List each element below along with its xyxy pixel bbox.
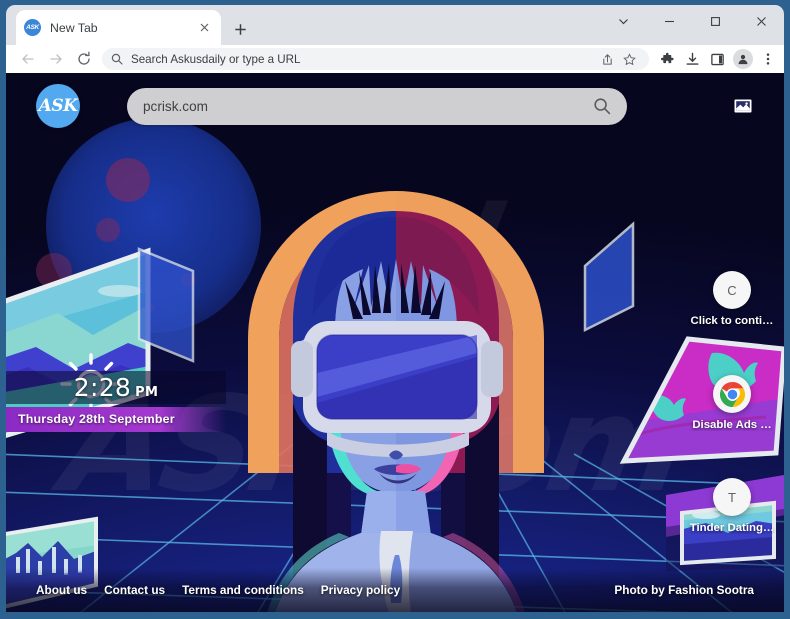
tab-strip: ASK New Tab [6, 5, 784, 45]
search-icon[interactable] [593, 97, 611, 115]
page-search-box[interactable]: pcrisk.com [127, 87, 627, 125]
share-icon[interactable] [596, 48, 618, 70]
footer-link-about-us[interactable]: About us [36, 583, 87, 597]
decor-bubble [106, 158, 150, 202]
close-icon[interactable] [195, 19, 213, 37]
shortcut-label: Click to conti… [690, 315, 774, 327]
chevron-down-icon[interactable] [600, 5, 646, 38]
wallpaper-artwork: ASK.com N [6, 73, 784, 612]
minimize-icon[interactable] [646, 5, 692, 38]
letter-avatar-icon: T [713, 478, 751, 516]
address-bar[interactable]: Search Askusdaily or type a URL [102, 48, 649, 70]
page-footer: About us Contact us Terms and conditions… [6, 568, 784, 612]
decor-parallelogram [571, 218, 661, 338]
footer-link-terms[interactable]: Terms and conditions [182, 583, 304, 597]
new-tab-button[interactable] [227, 16, 253, 42]
photo-credit: Photo by Fashion Sootra [614, 583, 754, 597]
favicon-label: ASK [26, 24, 39, 31]
tab-title: New Tab [50, 20, 98, 35]
ask-logo-label: ASK [38, 96, 78, 116]
footer-links: About us Contact us Terms and conditions… [36, 583, 400, 597]
clock-time-value: 2:28 [73, 373, 132, 402]
tab-new-tab[interactable]: ASK New Tab [16, 10, 221, 45]
shortcut-label: Tinder Dating… [689, 522, 775, 534]
shortcut-tile[interactable]: Disable Ads … [684, 375, 780, 431]
avatar [732, 49, 753, 69]
back-arrow-icon[interactable] [14, 45, 42, 73]
letter-avatar-icon: C [713, 271, 751, 309]
star-icon[interactable] [618, 48, 640, 70]
reload-icon[interactable] [70, 45, 98, 73]
decor-parallelogram [121, 243, 211, 368]
extensions-puzzle-icon[interactable] [655, 47, 680, 72]
shortcut-tile[interactable]: C Click to conti… [684, 271, 780, 327]
vr-woman-illustration [231, 173, 561, 612]
new-tab-page: ASK.com N [6, 73, 784, 612]
page-search-value: pcrisk.com [143, 98, 208, 114]
footer-link-privacy[interactable]: Privacy policy [321, 583, 400, 597]
toolbar-actions [655, 47, 780, 72]
downloads-icon[interactable] [680, 47, 705, 72]
clock-widget: 2:28 PM Thursday 28th September [6, 371, 226, 432]
shortcut-letter: C [727, 282, 737, 298]
chrome-logo-icon [713, 375, 751, 413]
search-icon [111, 53, 123, 65]
profile-avatar[interactable] [730, 47, 755, 72]
address-bar-text: Search Askusdaily or type a URL [131, 52, 301, 66]
maximize-icon[interactable] [692, 5, 738, 38]
clock-date: Thursday 28th September [18, 412, 175, 426]
browser-chrome: ASK New Tab Search Askusdaily or type a … [6, 5, 784, 73]
browser-toolbar: Search Askusdaily or type a URL [6, 45, 784, 73]
decor-bubble [96, 218, 120, 242]
clock-time: 2:28 PM [6, 373, 226, 402]
shortcut-tile[interactable]: T Tinder Dating… [684, 478, 780, 534]
window-controls [600, 5, 784, 45]
window-close-icon[interactable] [738, 5, 784, 38]
chrome-menu-icon[interactable] [755, 47, 780, 72]
footer-link-contact-us[interactable]: Contact us [104, 583, 165, 597]
side-panel-icon[interactable] [705, 47, 730, 72]
page-header: ASK pcrisk.com [6, 73, 784, 139]
browser-window: ASK New Tab Search Askusdaily or type a … [0, 0, 790, 619]
date-badge: Thursday 28th September [6, 407, 226, 432]
ask-logo[interactable]: ASK [36, 84, 80, 128]
clock-ampm: PM [135, 385, 159, 400]
shortcut-label: Disable Ads … [692, 419, 772, 431]
shortcut-letter: T [728, 489, 736, 505]
address-bar-actions [596, 48, 640, 70]
image-icon[interactable] [732, 95, 754, 117]
ask-favicon-icon: ASK [24, 19, 41, 36]
clock-bar: 2:28 PM [6, 371, 226, 404]
forward-arrow-icon[interactable] [42, 45, 70, 73]
